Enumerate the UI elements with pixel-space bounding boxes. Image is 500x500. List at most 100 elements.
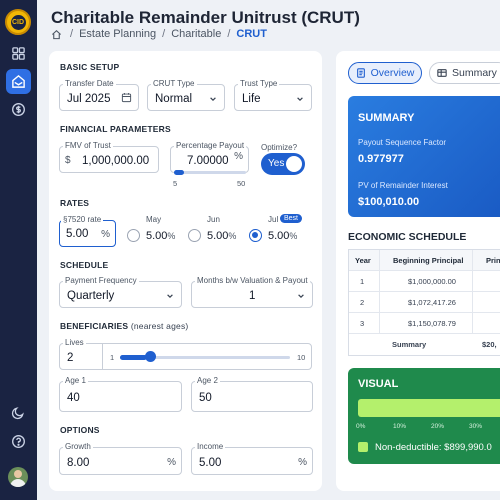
table-footer-row: Summary $20, xyxy=(349,334,500,355)
payment-frequency-label: Payment Frequency xyxy=(63,276,139,285)
rate-may-label: May xyxy=(146,215,162,224)
rate-jul-label: Jul xyxy=(268,215,279,224)
estate-nav-button[interactable] xyxy=(6,69,31,94)
legend-swatch xyxy=(358,442,368,452)
dashboard-nav-button[interactable] xyxy=(6,41,31,66)
help-button[interactable] xyxy=(6,429,31,454)
theme-toggle-button[interactable] xyxy=(6,400,31,425)
age2-input[interactable]: Age 2 50 xyxy=(191,376,313,412)
user-avatar[interactable] xyxy=(8,467,28,487)
lives-value[interactable]: 2 xyxy=(67,352,73,364)
chevron-down-icon xyxy=(167,294,173,299)
lives-slider-fill xyxy=(120,355,147,360)
optimize-value: Yes xyxy=(268,158,285,169)
rate-7520-input[interactable]: §7520 rate 5.00 % xyxy=(59,215,116,247)
lives-slider-thumb[interactable] xyxy=(145,351,156,362)
page-title: Charitable Remainder Unitrust (CRUT) xyxy=(51,8,360,27)
income-label: Income xyxy=(195,442,226,451)
crut-type-label: CRUT Type xyxy=(151,79,197,88)
months-select[interactable]: Months b/w Valuation & Payout 1 xyxy=(191,276,313,308)
rate-7520-suffix: % xyxy=(101,229,110,240)
tab-overview-label: Overview xyxy=(370,67,415,79)
axis-tick: 10% xyxy=(393,423,407,430)
payout-input[interactable]: Percentage Payout 7.00000 % xyxy=(170,141,249,173)
summary-card: SUMMARY Payout Sequence Factor 0.977977 … xyxy=(348,96,500,217)
growth-input[interactable]: Growth 8.00 % xyxy=(59,442,182,475)
visual-title: VISUAL xyxy=(358,378,399,390)
payout-min: 5 xyxy=(173,179,178,188)
column-principal: Princ xyxy=(486,256,500,265)
payout-slider-fill xyxy=(174,170,184,175)
dollar-circle-icon xyxy=(12,103,25,116)
crut-type-select[interactable]: CRUT Type Normal xyxy=(147,79,225,111)
optimize-toggle[interactable]: Yes xyxy=(261,153,305,175)
payout-factor-label: Payout Sequence Factor xyxy=(358,138,447,147)
beneficiaries-heading: BENEFICIARIES (nearest ages) xyxy=(60,321,189,331)
payment-frequency-value: Quarterly xyxy=(67,290,115,302)
growth-label: Growth xyxy=(63,442,93,451)
tab-summary[interactable]: Summary xyxy=(429,62,500,84)
table-header-row: Year Beginning Principal Princ xyxy=(349,250,500,271)
fmv-input[interactable]: FMV of Trust $ 1,000,000.00 xyxy=(59,141,159,173)
rate-jun-radio[interactable] xyxy=(188,229,201,242)
income-value: 5.00 xyxy=(199,457,222,469)
economic-schedule-title: ECONOMIC SCHEDULE xyxy=(348,231,467,243)
visual-card: VISUAL 0% 10% 20% 30% Non-deductible: $8… xyxy=(348,368,500,464)
trust-type-label: Trust Type xyxy=(238,79,280,88)
crut-type-value: Normal xyxy=(155,93,193,105)
income-suffix: % xyxy=(298,457,307,468)
payout-max: 50 xyxy=(237,179,246,188)
age1-input[interactable]: Age 1 40 xyxy=(59,376,182,412)
finance-nav-button[interactable] xyxy=(6,97,31,122)
row-beginning-principal: $1,072,417.26 xyxy=(408,298,456,307)
breadcrumb-estate-planning[interactable]: Estate Planning xyxy=(79,28,156,40)
lives-min: 1 xyxy=(110,353,115,362)
moon-icon xyxy=(11,407,24,420)
footer-value: $20, xyxy=(482,340,497,349)
best-badge: Best xyxy=(280,214,303,223)
home-icon[interactable] xyxy=(51,29,62,40)
payout-slider-track[interactable] xyxy=(174,171,246,174)
column-beginning-principal: Beginning Principal xyxy=(393,256,464,265)
fmv-label: FMV of Trust xyxy=(63,141,113,150)
help-icon xyxy=(12,435,25,448)
column-year: Year xyxy=(355,256,371,265)
tab-overview[interactable]: Overview xyxy=(348,62,422,84)
sidebar: CID xyxy=(0,0,37,500)
fmv-value: 1,000,000.00 xyxy=(82,155,150,167)
transfer-date-value: Jul 2025 xyxy=(67,93,111,105)
lives-field: Lives 2 1 10 xyxy=(59,338,312,370)
basic-setup-heading: BASIC SETUP xyxy=(60,62,120,72)
logo-text: CID xyxy=(10,14,26,30)
row-year: 3 xyxy=(360,319,365,328)
trust-type-value: Life xyxy=(242,93,261,105)
chevron-down-icon xyxy=(297,97,303,102)
home-envelope-icon xyxy=(12,74,25,88)
app-logo[interactable]: CID xyxy=(5,9,31,35)
chevron-down-icon xyxy=(210,97,216,102)
breadcrumb-charitable[interactable]: Charitable xyxy=(171,28,221,40)
axis-tick: 30% xyxy=(469,423,483,430)
footer-label: Summary xyxy=(392,340,427,349)
legend-non-deductible: Non-deductible: $899,990.0 xyxy=(375,442,492,453)
income-input[interactable]: Income 5.00 % xyxy=(191,442,313,475)
schedule-heading: SCHEDULE xyxy=(60,260,109,270)
payout-value: 7.00000 xyxy=(187,155,229,167)
rate-jun-value: 5.00% xyxy=(207,230,237,242)
transfer-date-field[interactable]: Transfer Date Jul 2025 xyxy=(59,79,139,111)
calendar-icon[interactable] xyxy=(121,92,132,103)
trust-type-select[interactable]: Trust Type Life xyxy=(234,79,312,111)
months-value: 1 xyxy=(249,290,256,302)
rate-7520-label: §7520 rate xyxy=(61,215,104,224)
rate-jul-radio[interactable] xyxy=(249,229,262,242)
age1-value: 40 xyxy=(67,392,80,404)
rate-may-value: 5.00% xyxy=(146,230,176,242)
payout-factor-value: 0.977977 xyxy=(358,153,404,165)
age2-value: 50 xyxy=(199,392,212,404)
rate-may-radio[interactable] xyxy=(127,229,140,242)
payment-frequency-select[interactable]: Payment Frequency Quarterly xyxy=(59,276,182,308)
document-icon xyxy=(356,68,365,78)
age1-label: Age 1 xyxy=(63,376,88,385)
fmv-prefix: $ xyxy=(65,155,71,166)
growth-suffix: % xyxy=(167,457,176,468)
